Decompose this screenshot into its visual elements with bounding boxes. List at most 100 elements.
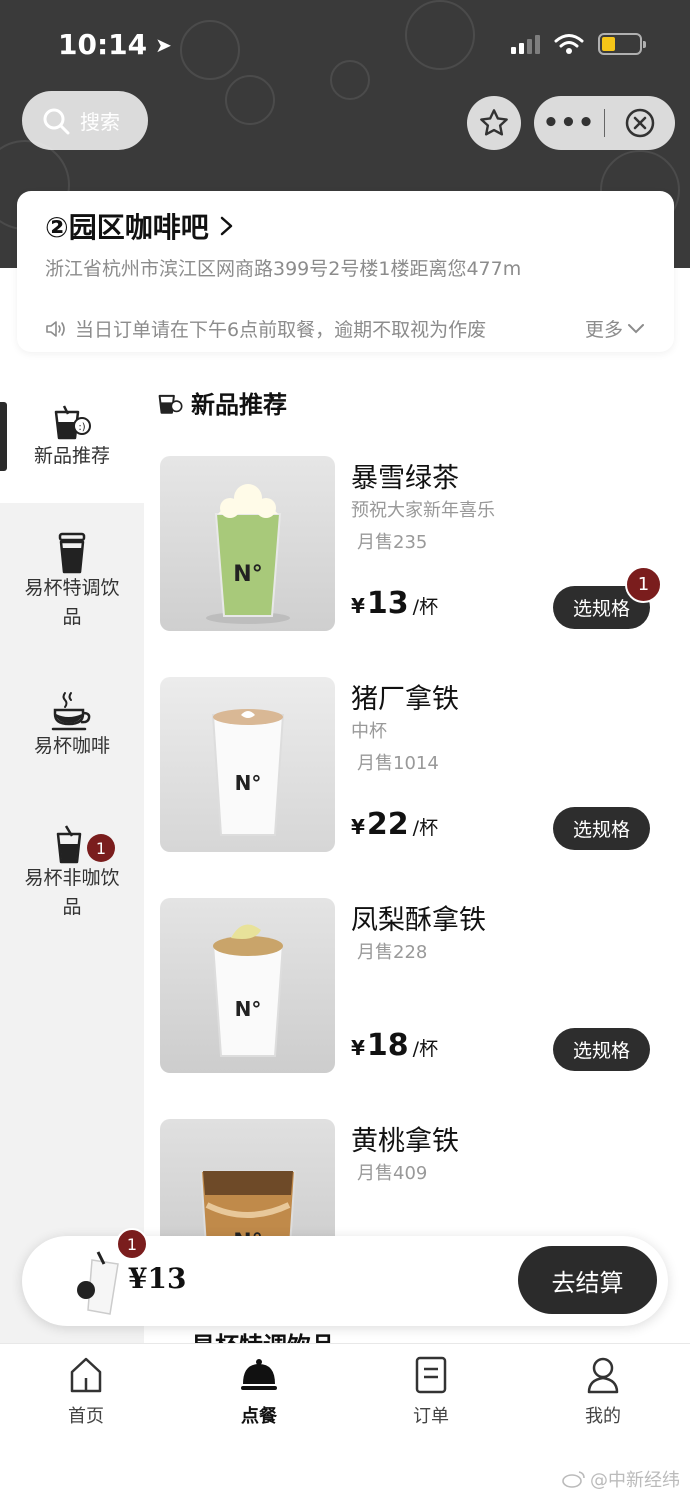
price-unit: /杯 xyxy=(412,1038,439,1060)
tab-orders[interactable]: 订单 xyxy=(381,1356,481,1428)
watermark: @中新经纬 xyxy=(562,1466,680,1492)
svg-text:N°: N° xyxy=(234,997,261,1021)
next-section-title: 易杯特调饮品 xyxy=(157,1330,335,1344)
product-price: ¥ 22 /杯 xyxy=(351,807,438,842)
store-address: 浙江省杭州市滨江区网商路399号2号楼1楼距离您477m xyxy=(45,258,522,280)
tab-home[interactable]: 首页 xyxy=(36,1356,136,1428)
price-value: 13 xyxy=(366,586,409,621)
sidebar-item-coffee[interactable]: 易杯咖啡 xyxy=(0,690,144,761)
star-icon xyxy=(480,109,508,136)
svg-text:N°: N° xyxy=(233,562,262,587)
cart-count-badge: 1 xyxy=(625,566,662,603)
wifi-icon xyxy=(554,34,584,54)
sidebar-label-new: 新品推荐 xyxy=(33,445,110,467)
product-desc: 中杯 xyxy=(351,721,387,742)
store-info-card: ②园区咖啡吧 浙江省杭州市滨江区网商路399号2号楼1楼距离您477m 当日订单… xyxy=(17,191,674,352)
product-card[interactable]: N° 黄桃拿铁 月售409 xyxy=(160,1119,660,1236)
cup-icon xyxy=(58,532,86,574)
sidebar-label-coffee: 易杯咖啡 xyxy=(33,735,110,757)
price-unit: /杯 xyxy=(412,817,439,839)
product-sales: 月售1014 xyxy=(357,753,439,774)
cart-total: ¥13 xyxy=(128,1262,187,1295)
product-sales: 月售409 xyxy=(357,1163,428,1184)
sidebar-label-special: 易杯特调饮品 xyxy=(24,577,120,628)
more-label: 更多 xyxy=(584,319,623,341)
next-section-title-text: 易杯特调饮品 xyxy=(191,1330,335,1344)
location-arrow-icon: ➤ xyxy=(155,32,172,57)
coffee-cup-icon xyxy=(51,692,91,731)
price-value: 18 xyxy=(366,1028,409,1063)
product-sales: 月售235 xyxy=(357,532,428,553)
more-options-icon[interactable]: ••• xyxy=(534,108,604,138)
section-title: 新品推荐 xyxy=(157,385,287,420)
tab-label-home: 首页 xyxy=(68,1406,104,1427)
cart-bar: 1 ¥13 去结算 xyxy=(22,1228,668,1326)
battery-icon xyxy=(598,33,646,55)
select-spec-button[interactable]: 选规格 xyxy=(553,807,650,850)
tab-label-orders: 订单 xyxy=(413,1406,449,1427)
new-drink-icon: :) xyxy=(54,405,91,440)
tab-profile[interactable]: 我的 xyxy=(553,1356,653,1428)
sidebar-item-special[interactable]: 易杯特调饮品 xyxy=(0,532,144,632)
status-bar: 10:14 ➤ xyxy=(0,0,690,90)
product-name: 凤梨酥拿铁 xyxy=(351,905,486,936)
section-title-text: 新品推荐 xyxy=(191,391,287,419)
select-spec-button[interactable]: 选规格 xyxy=(553,1028,650,1071)
store-name: ②园区咖啡吧 xyxy=(45,211,209,244)
close-miniapp-button[interactable] xyxy=(605,107,675,139)
more-button[interactable]: 更多 xyxy=(585,315,645,342)
search-button[interactable]: 搜索 xyxy=(22,91,148,150)
notice-text: 当日订单请在下午6点前取餐，逾期不取视为作废 xyxy=(75,319,487,341)
cellular-signal-icon xyxy=(511,34,540,54)
status-time: 10:14 ➤ xyxy=(58,28,172,61)
price-value: 22 xyxy=(366,807,409,842)
profile-icon xyxy=(587,1357,619,1394)
product-name: 猪厂拿铁 xyxy=(351,684,459,715)
sidebar-item-new[interactable]: :) 新品推荐 xyxy=(0,380,144,503)
product-image: N° xyxy=(160,677,335,852)
tab-label-profile: 我的 xyxy=(585,1406,621,1427)
favorite-button[interactable] xyxy=(467,96,521,150)
svg-text:N°: N° xyxy=(234,771,261,795)
search-label: 搜索 xyxy=(80,110,120,134)
cart-badge: 1 xyxy=(116,1228,148,1260)
iced-drink-icon xyxy=(56,825,82,864)
checkout-button[interactable]: 去结算 xyxy=(518,1246,657,1314)
price-unit: /杯 xyxy=(412,596,439,618)
store-name-link[interactable]: ②园区咖啡吧 xyxy=(45,206,646,246)
sidebar-item-noncoffee[interactable]: 1 易杯非咖饮品 xyxy=(0,824,144,922)
product-image: N° xyxy=(160,456,335,631)
product-name: 暴雪绿茶 xyxy=(351,463,459,494)
currency-symbol: ¥ xyxy=(351,594,365,618)
close-circle-icon xyxy=(625,108,655,138)
tab-order[interactable]: 点餐 xyxy=(209,1356,309,1428)
svg-text::): :) xyxy=(78,422,85,433)
tab-label-order: 点餐 xyxy=(241,1406,277,1427)
chevron-right-icon xyxy=(220,216,232,236)
currency-symbol: ¥ xyxy=(351,815,365,839)
search-icon xyxy=(43,108,70,134)
home-icon xyxy=(70,1357,102,1393)
chevron-down-icon xyxy=(628,323,644,333)
speaker-icon xyxy=(46,320,65,337)
sidebar-badge: 1 xyxy=(87,834,115,862)
bottom-tab-bar: 首页 点餐 订单 我的 @中新经纬 xyxy=(0,1343,690,1493)
product-image: N° xyxy=(160,1119,335,1236)
product-card[interactable]: N° 凤梨酥拿铁 月售228 ¥ 18 /杯 选规格 xyxy=(160,898,660,1074)
product-card[interactable]: N° 暴雪绿茶 预祝大家新年喜乐 月售235 ¥ 13 /杯 选规格 1 xyxy=(160,456,662,632)
order-bell-icon xyxy=(241,1359,277,1390)
active-indicator xyxy=(0,402,7,471)
miniapp-capsule: ••• xyxy=(534,96,675,150)
product-desc: 预祝大家新年喜乐 xyxy=(351,500,495,521)
cart-cup-icon[interactable] xyxy=(70,1250,130,1320)
notice-row: 当日订单请在下午6点前取餐，逾期不取视为作废 更多 xyxy=(45,315,645,342)
watermark-text: @中新经纬 xyxy=(590,1470,680,1491)
product-sales: 月售228 xyxy=(357,942,428,963)
product-image: N° xyxy=(160,898,335,1073)
product-price: ¥ 18 /杯 xyxy=(351,1028,438,1063)
category-sidebar: :) 新品推荐 易杯特调饮品 易杯咖啡 1 易杯非咖饮品 xyxy=(0,380,144,1345)
sidebar-label-noncoffee: 易杯非咖饮品 xyxy=(24,867,120,918)
product-name: 黄桃拿铁 xyxy=(351,1126,459,1157)
weibo-icon xyxy=(562,1471,585,1488)
product-card[interactable]: N° 猪厂拿铁 中杯 月售1014 ¥ 22 /杯 选规格 xyxy=(160,677,660,853)
